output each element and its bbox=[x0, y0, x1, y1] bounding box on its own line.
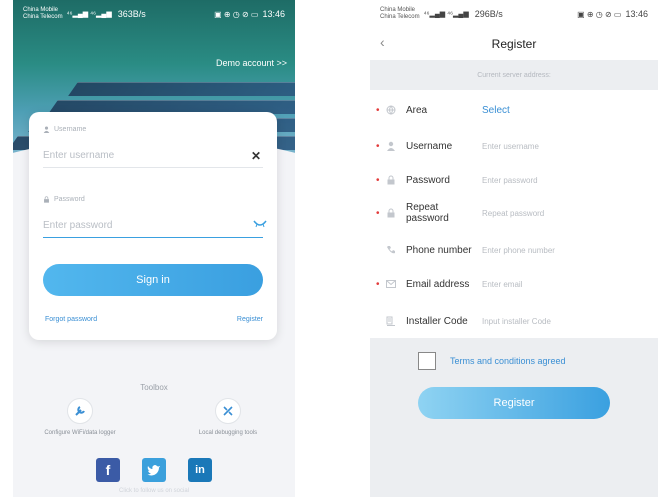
password-field[interactable] bbox=[482, 170, 650, 190]
solar-panel-row bbox=[68, 82, 295, 96]
status-icons: ▣ ⊕ ◷ ⊘ ▭ bbox=[577, 9, 622, 19]
required-mark: • bbox=[376, 174, 380, 186]
email-row: • Email address bbox=[370, 267, 658, 301]
repeat-password-label: Repeat password bbox=[406, 202, 449, 224]
register-form: • Area Select • Username • Password bbox=[370, 90, 658, 338]
username-input[interactable] bbox=[43, 144, 263, 168]
social-links: f in bbox=[13, 458, 295, 482]
register-link[interactable]: Register bbox=[237, 316, 263, 323]
globe-icon bbox=[385, 104, 397, 116]
carrier-2: China Telecom bbox=[23, 14, 63, 20]
username-label: Username bbox=[43, 126, 86, 133]
demo-account-link[interactable]: Demo account >> bbox=[216, 58, 287, 68]
repeat-label-line2: password bbox=[406, 213, 449, 224]
repeat-password-field[interactable] bbox=[482, 203, 650, 223]
server-address: Current server address: bbox=[370, 60, 658, 90]
lock-icon bbox=[385, 174, 397, 186]
required-mark: • bbox=[376, 104, 380, 116]
page-title: Register bbox=[491, 37, 537, 51]
repeat-label-line1: Repeat bbox=[406, 202, 439, 213]
login-card: Username ✕ Password Sign in Forgot passw… bbox=[29, 112, 277, 340]
carrier-1: China Mobile bbox=[23, 7, 59, 13]
area-label: Area bbox=[406, 104, 428, 116]
lock-icon bbox=[385, 207, 397, 219]
login-screen: China Mobile China Telecom ⁴⁶▂▄▆ ⁴⁶▂▄▆ 3… bbox=[13, 0, 295, 497]
area-row[interactable]: • Area Select bbox=[370, 93, 658, 127]
password-label: Password bbox=[43, 196, 85, 203]
user-icon bbox=[385, 140, 397, 152]
status-bar: China Mobile China Telecom ⁴⁶▂▄▆ ⁴⁶▂▄▆ 3… bbox=[13, 0, 295, 28]
terms-link[interactable]: Terms and conditions agreed bbox=[450, 356, 566, 366]
clear-icon[interactable]: ✕ bbox=[251, 149, 261, 163]
tool-label: Configure WiFi/data logger bbox=[44, 430, 116, 436]
area-select[interactable]: Select bbox=[482, 105, 510, 116]
terms-checkbox[interactable] bbox=[418, 352, 436, 370]
local-debugging-tool[interactable]: Local debugging tools bbox=[173, 398, 283, 436]
status-icons: ▣ ⊕ ◷ ⊘ ▭ bbox=[214, 9, 259, 19]
mail-icon bbox=[385, 278, 397, 290]
username-label: Username bbox=[406, 140, 453, 152]
terms-row: Terms and conditions agreed bbox=[418, 352, 566, 370]
status-bar: China Mobile China Telecom ⁴⁶▂▄▆ ⁴⁶▂▄▆ 2… bbox=[370, 0, 658, 28]
clock: 13:46 bbox=[262, 9, 285, 19]
password-input[interactable] bbox=[43, 214, 263, 238]
username-row: • Username bbox=[370, 129, 658, 163]
lock-icon bbox=[44, 196, 49, 203]
phone-icon bbox=[385, 244, 397, 256]
password-row: • Password bbox=[370, 163, 658, 197]
carrier-names: China Mobile China Telecom bbox=[23, 7, 63, 21]
phone-label: Phone number bbox=[406, 244, 472, 256]
repeat-password-row: • Repeat password bbox=[370, 196, 658, 230]
hidden-eye-icon[interactable] bbox=[253, 220, 267, 228]
installer-label: Installer Code bbox=[406, 315, 468, 327]
back-arrow-icon[interactable]: ‹ bbox=[380, 34, 385, 50]
configure-logger-tool[interactable]: Configure WiFi/data logger bbox=[25, 398, 135, 436]
debug-tool-icon bbox=[215, 398, 241, 424]
title-bar: ‹ Register bbox=[370, 28, 658, 60]
required-mark: • bbox=[376, 207, 380, 219]
required-mark: • bbox=[376, 278, 380, 290]
required-mark: • bbox=[376, 140, 380, 152]
register-button[interactable]: Register bbox=[418, 387, 610, 419]
facebook-icon[interactable]: f bbox=[96, 458, 120, 482]
email-field[interactable] bbox=[482, 274, 650, 294]
wrench-icon bbox=[67, 398, 93, 424]
carrier-2: China Telecom bbox=[380, 14, 420, 20]
signal-icon: ⁴⁶▂▄▆ ⁴⁶▂▄▆ bbox=[423, 11, 469, 18]
password-label: Password bbox=[406, 174, 450, 186]
user-icon bbox=[43, 126, 50, 133]
signal-icon: ⁴⁶▂▄▆ ⁴⁶▂▄▆ bbox=[66, 11, 112, 18]
screenshot-canvas: China Mobile China Telecom ⁴⁶▂▄▆ ⁴⁶▂▄▆ 3… bbox=[0, 0, 666, 497]
twitter-icon[interactable] bbox=[142, 458, 166, 482]
linkedin-icon[interactable]: in bbox=[188, 458, 212, 482]
phone-row: Phone number bbox=[370, 233, 658, 267]
phone-field[interactable] bbox=[482, 240, 650, 260]
network-speed: 296B/s bbox=[474, 9, 503, 19]
installer-row: Installer Code bbox=[370, 304, 658, 338]
sign-in-button[interactable]: Sign in bbox=[43, 264, 263, 296]
carrier-1: China Mobile bbox=[380, 7, 416, 13]
username-label-text: Username bbox=[54, 126, 87, 133]
network-speed: 363B/s bbox=[117, 9, 146, 19]
email-label: Email address bbox=[406, 278, 470, 290]
toolbox-title: Toolbox bbox=[140, 383, 168, 392]
installer-code-field[interactable] bbox=[482, 311, 650, 331]
carrier-names: China Mobile China Telecom bbox=[380, 7, 420, 21]
tool-label: Local debugging tools bbox=[198, 430, 258, 436]
installer-icon bbox=[385, 315, 397, 327]
register-screen: China Mobile China Telecom ⁴⁶▂▄▆ ⁴⁶▂▄▆ 2… bbox=[370, 0, 658, 497]
social-footer-text: Click to follow us on social bbox=[118, 488, 190, 494]
clock: 13:46 bbox=[625, 9, 648, 19]
password-label-text: Password bbox=[54, 196, 85, 203]
username-field[interactable] bbox=[482, 136, 650, 156]
forgot-password-link[interactable]: Forgot password bbox=[45, 316, 97, 323]
